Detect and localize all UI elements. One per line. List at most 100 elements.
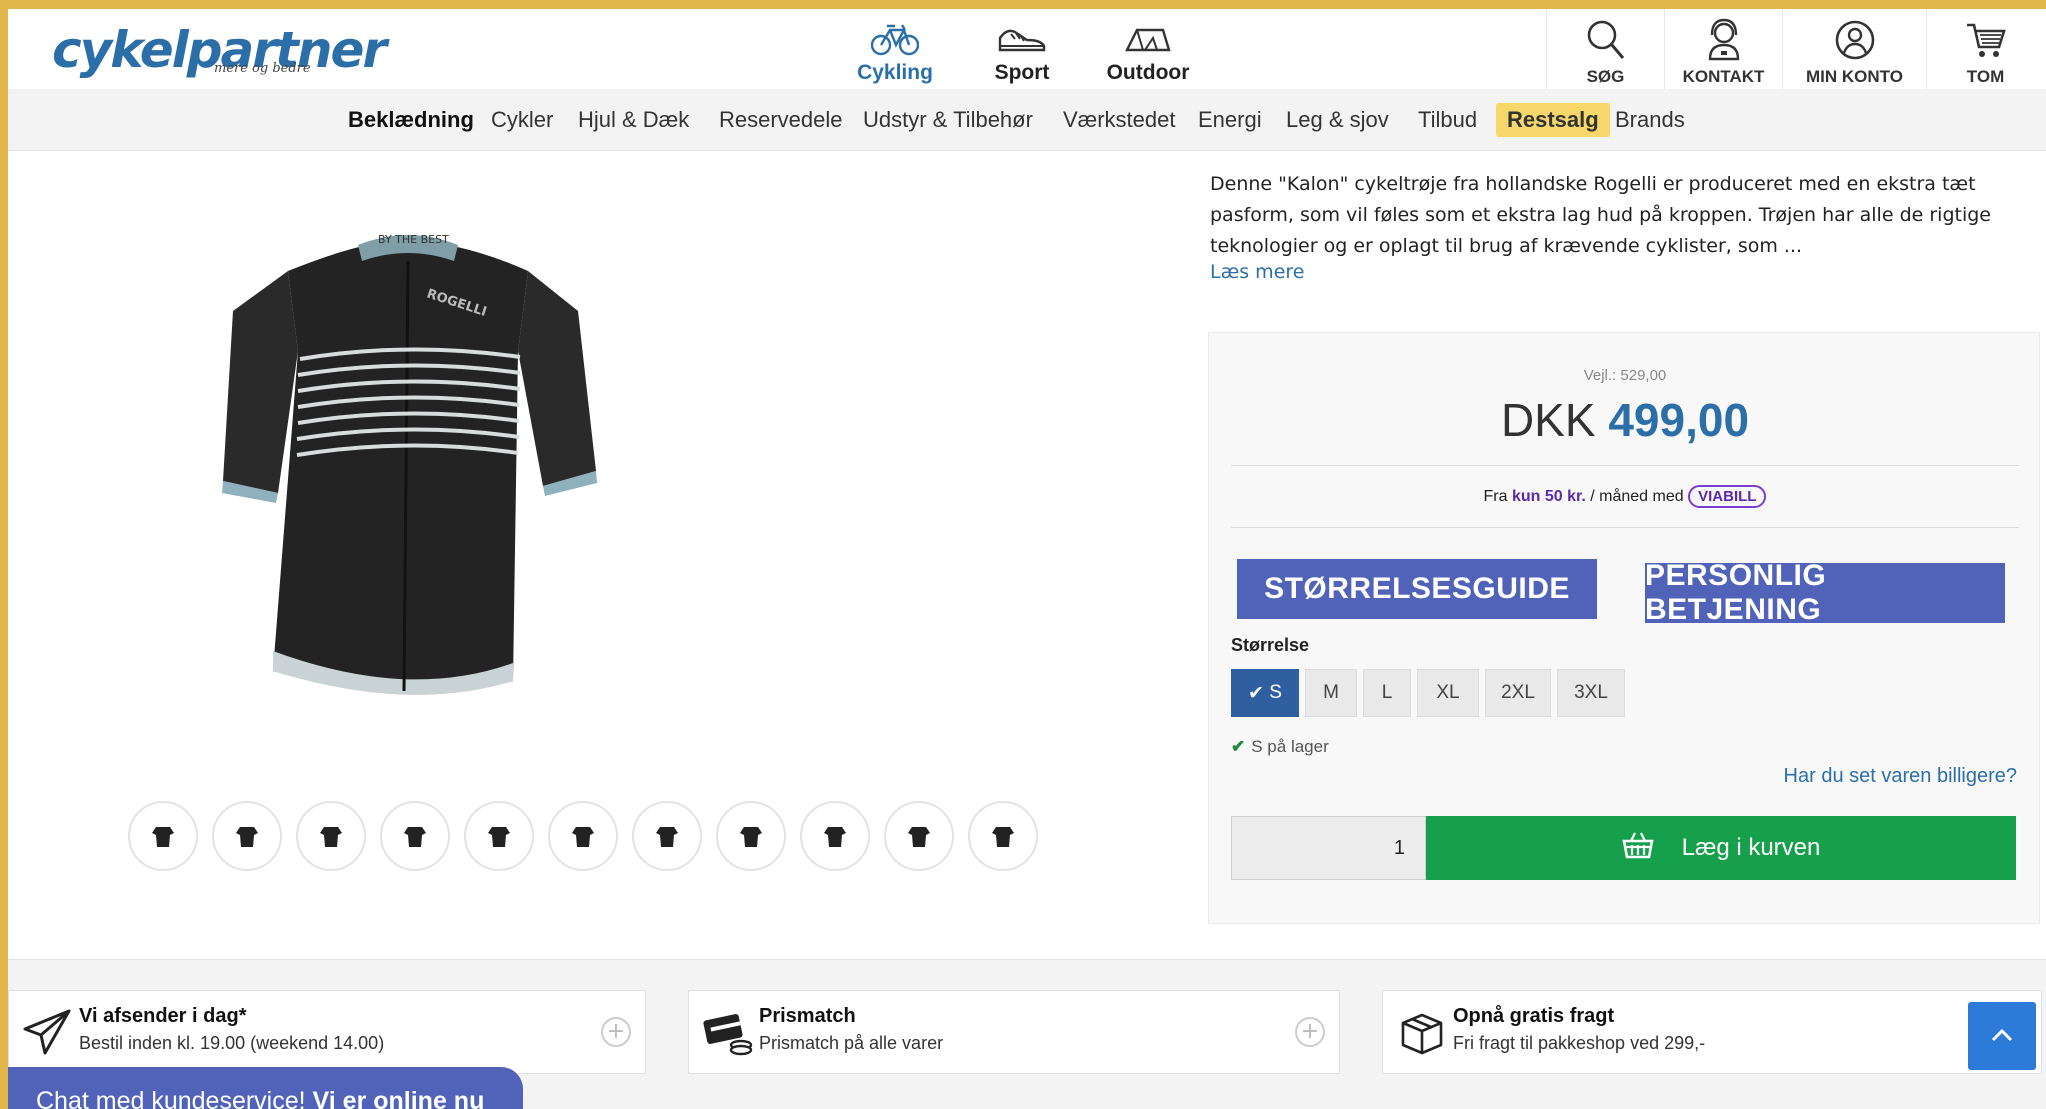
product-thumbnail[interactable] (380, 801, 450, 871)
product-thumbnail[interactable] (632, 801, 702, 871)
category-label: Cykling (857, 61, 933, 84)
product-thumbnail[interactable] (716, 801, 786, 871)
recommended-price: Vejl.: 529,00 (1583, 367, 1667, 384)
product-description: Denne "Kalon" cykeltrøje fra hollandske … (1210, 173, 1991, 257)
product-thumbnail[interactable] (884, 801, 954, 871)
chat-widget[interactable]: Chat med kundeservice! Vi er online nu (8, 1067, 523, 1109)
size-option-xl[interactable]: XL (1417, 669, 1479, 717)
nav-item-hjul-daek[interactable]: Hjul & Dæk (578, 103, 689, 137)
shoe-icon (962, 19, 1082, 59)
utility-label: KONTAKT (1682, 67, 1765, 86)
expand-icon[interactable]: + (601, 1017, 631, 1047)
read-more-link[interactable]: Læs mere (1210, 261, 1304, 283)
main-nav: Beklædning Cykler Hjul & Dæk Reservedele… (8, 89, 2046, 151)
product-thumbnail[interactable] (548, 801, 618, 871)
usp-subtitle: Prismatch på alle varer (759, 1033, 944, 1053)
search-icon (1547, 9, 1664, 61)
product-thumbnail[interactable] (464, 801, 534, 871)
check-icon: ✔ (1248, 682, 1270, 704)
size-text: S (1269, 682, 1282, 703)
usp-title: Prismatch (759, 1005, 856, 1027)
product-thumbnail[interactable] (800, 801, 870, 871)
size-label: Størrelse (1231, 635, 1310, 655)
quantity-input[interactable]: 1 (1231, 816, 1426, 880)
paper-plane-icon (23, 1007, 73, 1057)
size-option-2xl[interactable]: 2XL (1485, 669, 1551, 717)
stock-text: S på lager (1251, 737, 1329, 756)
nav-item-brands[interactable]: Brands (1615, 103, 1685, 137)
chat-prefix: Chat med kundeservice! (36, 1087, 306, 1109)
nav-item-reservedele[interactable]: Reservedele (719, 103, 843, 137)
size-option-s[interactable]: ✔ S (1231, 669, 1299, 717)
financing-info: Fra kun 50 kr. / måned med VIABILL (1209, 485, 2041, 508)
search-button[interactable]: SØG (1546, 9, 1664, 89)
contact-button[interactable]: KONTAKT (1664, 9, 1782, 89)
purchase-box: Vejl.: 529,00 DKK 499,00 Fra kun 50 kr. … (1208, 332, 2040, 924)
top-header: cykelpartner mere og bedre Cykling Sport… (8, 9, 2046, 89)
divider (1231, 527, 2019, 528)
back-to-top-button[interactable] (1968, 1002, 2036, 1070)
product-image[interactable]: BY THE BEST ROGELLI (218, 231, 598, 735)
usp-free-shipping[interactable]: Opnå gratis fragt Fri fragt til pakkesho… (1382, 990, 2042, 1074)
price-currency: DKK (1500, 394, 1596, 446)
size-option-3xl[interactable]: 3XL (1557, 669, 1625, 717)
category-sport[interactable]: Sport (962, 19, 1082, 85)
utility-label: SØG (1586, 67, 1625, 86)
add-to-cart-button[interactable]: Læg i kurven (1426, 816, 2016, 880)
account-button[interactable]: MIN KONTO (1782, 9, 1926, 89)
cart-icon (1927, 9, 2044, 61)
nav-item-tilbud[interactable]: Tilbud (1418, 103, 1477, 137)
nav-item-beklaedning[interactable]: Beklædning (348, 103, 474, 137)
logo-tagline: mere og bedre (214, 61, 311, 76)
divider (1231, 465, 2019, 466)
viabill-logo[interactable]: VIABILL (1688, 485, 1767, 508)
user-icon (1783, 9, 1926, 61)
category-label: Sport (994, 61, 1050, 84)
usp-title: Opnå gratis fragt (1453, 1005, 1615, 1027)
utility-label: TOM (1966, 67, 2005, 86)
usp-title: Vi afsender i dag* (79, 1005, 247, 1027)
finance-amount: kun 50 kr. (1511, 488, 1586, 505)
cart-button[interactable]: TOM (1926, 9, 2044, 89)
price-match-link[interactable]: Har du set varen billigere? (1784, 765, 2017, 788)
nav-item-udstyr-tilbehoer[interactable]: Udstyr & Tilbehør (863, 103, 1033, 137)
category-outdoor[interactable]: Outdoor (1088, 19, 1208, 85)
chat-status: Vi er online nu (312, 1087, 485, 1109)
finance-prefix: Fra (1483, 488, 1508, 505)
price: DKK 499,00 (1209, 393, 2041, 447)
nav-item-leg-sjov[interactable]: Leg & sjov (1286, 103, 1389, 137)
check-icon: ✔ (1231, 737, 1246, 756)
add-to-cart-label: Læg i kurven (1681, 834, 1821, 861)
chevron-up-icon (1991, 1027, 2013, 1046)
personal-service-button[interactable]: PERSONLIG BETJENING (1645, 559, 2005, 626)
card-coins-icon (703, 1007, 753, 1057)
nav-item-cykler[interactable]: Cykler (491, 103, 553, 137)
usp-shipping-today[interactable]: Vi afsender i dag* Bestil inden kl. 19.0… (8, 990, 646, 1074)
size-option-m[interactable]: M (1305, 669, 1357, 717)
product-thumbnail[interactable] (128, 801, 198, 871)
product-thumbnail[interactable] (212, 801, 282, 871)
package-icon (1397, 1007, 1447, 1057)
category-label: Outdoor (1106, 61, 1190, 84)
usp-price-match[interactable]: Prismatch Prismatch på alle varer + (688, 990, 1340, 1074)
product-thumbnail[interactable] (296, 801, 366, 871)
size-guide-button[interactable]: STØRRELSESGUIDE (1237, 559, 1597, 619)
category-cykling[interactable]: Cykling (835, 19, 955, 85)
bicycle-icon (835, 19, 955, 59)
usp-subtitle: Fri fragt til pakkeshop ved 299,- (1453, 1033, 1706, 1053)
tent-icon (1088, 19, 1208, 59)
nav-item-energi[interactable]: Energi (1198, 103, 1262, 137)
collar-text: BY THE BEST (378, 233, 449, 246)
nav-item-vaerkstedet[interactable]: Værkstedet (1063, 103, 1176, 137)
usp-subtitle: Bestil inden kl. 19.00 (weekend 14.00) (79, 1033, 385, 1053)
page: cykelpartner mere og bedre Cykling Sport… (8, 9, 2046, 1109)
headset-icon (1665, 9, 1782, 61)
stock-status: ✔ S på lager (1231, 737, 1329, 757)
size-option-l[interactable]: L (1363, 669, 1411, 717)
finance-suffix: / måned med (1590, 488, 1684, 505)
expand-icon[interactable]: + (1295, 1017, 1325, 1047)
basket-icon (1622, 831, 1654, 866)
product-thumbnail[interactable] (968, 801, 1038, 871)
nav-item-restsalg[interactable]: Restsalg (1496, 103, 1610, 137)
utility-label: MIN KONTO (1806, 67, 1903, 86)
